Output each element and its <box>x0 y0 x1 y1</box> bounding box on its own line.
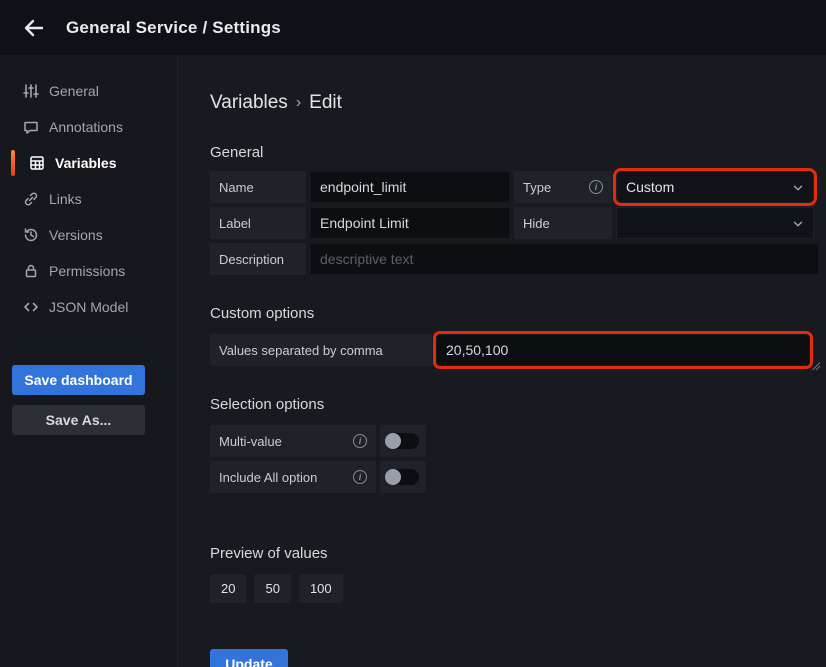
custom-options-heading: Custom options <box>210 305 819 322</box>
label-field-label: Label <box>210 207 306 239</box>
sidebar-item-links[interactable]: Links <box>0 181 177 217</box>
preview-values: 20 50 100 <box>210 574 819 603</box>
preview-value-chip: 20 <box>210 574 246 603</box>
toggle-knob <box>385 433 401 449</box>
include-all-label: Include All option i <box>210 461 376 493</box>
values-input[interactable] <box>436 334 810 366</box>
sliders-icon <box>22 83 39 100</box>
preview-value-chip: 50 <box>254 574 290 603</box>
history-icon <box>22 227 39 244</box>
comment-icon <box>22 119 39 136</box>
info-icon: i <box>589 180 603 194</box>
multi-value-toggle[interactable] <box>380 425 426 457</box>
breadcrumb-separator: › <box>296 94 301 112</box>
breadcrumb: Variables › Edit <box>210 92 819 114</box>
name-type-row: Name Type i Custom <box>210 171 819 203</box>
sidebar-item-permissions[interactable]: Permissions <box>0 253 177 289</box>
table-icon <box>28 155 45 172</box>
sidebar-item-label: Links <box>49 191 82 207</box>
preview-heading: Preview of values <box>210 545 819 562</box>
sidebar-item-label: General <box>49 83 99 99</box>
label-hide-row: Label Hide <box>210 207 819 239</box>
sidebar-item-variables[interactable]: Variables <box>0 145 177 181</box>
sidebar-item-annotations[interactable]: Annotations <box>0 109 177 145</box>
label-input[interactable] <box>310 207 510 239</box>
variables-edit-panel: Variables › Edit General Name Type i Cus… <box>178 55 826 667</box>
breadcrumb-variables-link[interactable]: Variables <box>210 92 288 114</box>
sidebar-item-general[interactable]: General <box>0 73 177 109</box>
hide-field-label: Hide <box>514 207 612 239</box>
description-input[interactable] <box>310 243 819 275</box>
update-button[interactable]: Update <box>210 649 288 667</box>
values-row: Values separated by comma <box>210 334 819 366</box>
sidebar-item-versions[interactable]: Versions <box>0 217 177 253</box>
code-icon <box>22 299 39 316</box>
sidebar-item-json-model[interactable]: JSON Model <box>0 289 177 325</box>
info-icon: i <box>353 470 367 484</box>
info-icon: i <box>353 434 367 448</box>
toggle-track <box>387 433 419 449</box>
page-title: General Service / Settings <box>66 18 281 38</box>
chevron-down-icon <box>791 181 805 195</box>
values-field-label: Values separated by comma <box>210 334 432 366</box>
type-select-value: Custom <box>626 179 674 195</box>
multi-value-label: Multi-value i <box>210 425 376 457</box>
selection-options-heading: Selection options <box>210 396 819 413</box>
textarea-resize-handle[interactable] <box>811 361 820 370</box>
toggle-track <box>387 469 419 485</box>
name-field-label: Name <box>210 171 306 203</box>
description-row: Description <box>210 243 819 275</box>
back-button[interactable] <box>16 10 52 46</box>
toggle-knob <box>385 469 401 485</box>
sidebar-item-label: Versions <box>49 227 103 243</box>
lock-icon <box>22 263 39 280</box>
sidebar-item-label: JSON Model <box>49 299 128 315</box>
chevron-down-icon <box>791 217 805 231</box>
include-all-toggle[interactable] <box>380 461 426 493</box>
link-icon <box>22 191 39 208</box>
description-field-label: Description <box>210 243 306 275</box>
include-all-row: Include All option i <box>210 461 819 493</box>
save-dashboard-button[interactable]: Save dashboard <box>12 365 145 395</box>
sidebar-item-label: Permissions <box>49 263 125 279</box>
type-select[interactable]: Custom <box>616 171 814 203</box>
top-bar: General Service / Settings <box>0 0 826 55</box>
settings-sidebar: General Annotations Variables <box>0 55 178 667</box>
save-as-button[interactable]: Save As... <box>12 405 145 435</box>
hide-select[interactable] <box>616 207 814 239</box>
breadcrumb-current-page: Edit <box>309 92 342 114</box>
multi-value-row: Multi-value i <box>210 425 819 457</box>
sidebar-item-label: Annotations <box>49 119 123 135</box>
type-field-label: Type i <box>514 171 612 203</box>
arrow-left-icon <box>22 16 46 40</box>
general-section-heading: General <box>210 144 819 161</box>
name-input[interactable] <box>310 171 510 203</box>
sidebar-item-label: Variables <box>55 155 117 171</box>
preview-value-chip: 100 <box>299 574 343 603</box>
